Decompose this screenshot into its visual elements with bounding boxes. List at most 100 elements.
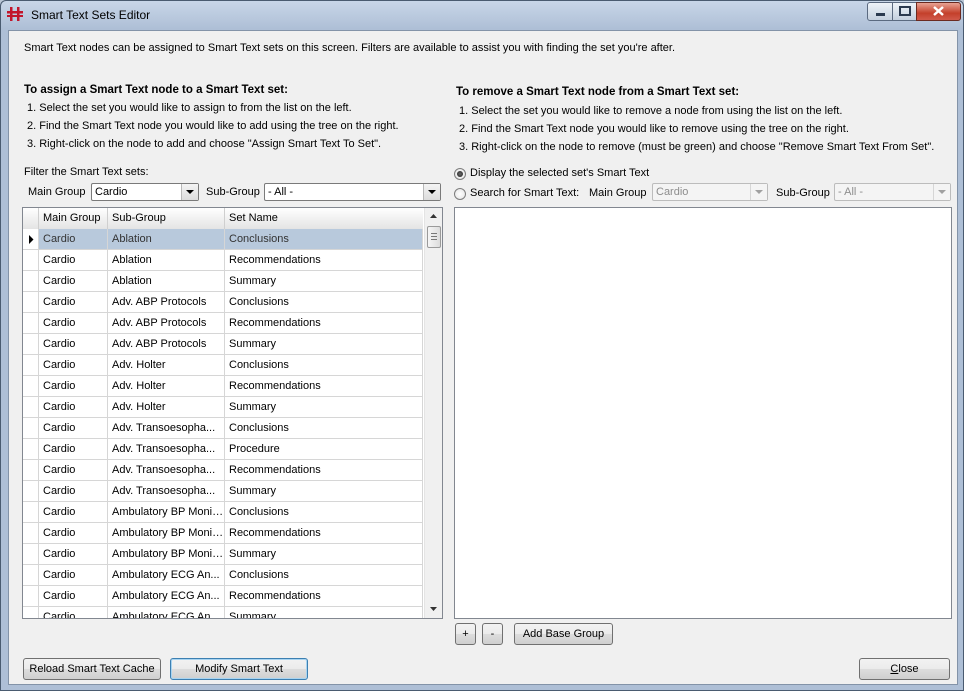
row-header[interactable] [23, 418, 39, 439]
column-header-sub-group[interactable]: Sub-Group [108, 208, 225, 229]
table-row[interactable]: Cardio Adv. ABP Protocols Summary [23, 334, 423, 355]
main-group-label: Main Group [28, 186, 86, 198]
row-header[interactable] [23, 334, 39, 355]
intro-text: Smart Text nodes can be assigned to Smar… [24, 42, 676, 54]
row-header[interactable] [23, 271, 39, 292]
grid-scrollbar[interactable] [424, 208, 442, 618]
table-row[interactable]: Cardio Ablation Conclusions [23, 229, 423, 250]
table-cell: Cardio [39, 250, 108, 271]
row-header[interactable] [23, 439, 39, 460]
expand-button[interactable]: + [455, 623, 476, 645]
column-header-set-name[interactable]: Set Name [225, 208, 423, 229]
table-row[interactable]: Cardio Ablation Summary [23, 271, 423, 292]
table-cell: Adv. Holter [108, 397, 225, 418]
minimize-button[interactable] [867, 2, 894, 21]
table-row[interactable]: Cardio Adv. ABP Protocols Conclusions [23, 292, 423, 313]
table-cell: Summary [225, 481, 423, 502]
right-main-group-value: Cardio [656, 186, 689, 198]
table-cell: Cardio [39, 502, 108, 523]
table-cell: Cardio [39, 292, 108, 313]
table-cell: Cardio [39, 565, 108, 586]
window: Smart Text Sets Editor Smart Text nodes … [0, 0, 964, 691]
dropdown-arrow-icon [423, 184, 440, 200]
smart-text-sets-grid[interactable]: Main Group Sub-Group Set Name Cardio Abla… [22, 207, 443, 619]
table-cell: Adv. ABP Protocols [108, 292, 225, 313]
row-header[interactable] [23, 313, 39, 334]
scroll-thumb[interactable] [427, 226, 441, 248]
row-header[interactable] [23, 481, 39, 502]
row-header[interactable] [23, 376, 39, 397]
row-header[interactable] [23, 544, 39, 565]
row-header[interactable] [23, 460, 39, 481]
table-cell: Recommendations [225, 313, 423, 334]
scroll-down-button[interactable] [425, 601, 442, 618]
table-cell: Cardio [39, 397, 108, 418]
reload-cache-button[interactable]: Reload Smart Text Cache [23, 658, 161, 680]
right-main-group-select[interactable]: Cardio [652, 183, 768, 201]
sub-group-select[interactable]: - All - [264, 183, 441, 201]
table-row[interactable]: Cardio Adv. Transoesopha... Conclusions [23, 418, 423, 439]
table-cell: Cardio [39, 586, 108, 607]
close-label-rest: lose [898, 663, 919, 675]
display-selected-radio[interactable] [454, 168, 466, 180]
sub-group-value: - All - [268, 186, 294, 198]
scroll-up-button[interactable] [425, 208, 442, 225]
title-bar[interactable]: Smart Text Sets Editor [1, 1, 963, 29]
assign-step-3: 3. Right-click on the node to add and ch… [27, 138, 382, 150]
table-cell: Cardio [39, 439, 108, 460]
table-cell: Conclusions [225, 565, 423, 586]
row-header[interactable] [23, 607, 39, 618]
row-header[interactable] [23, 292, 39, 313]
sub-group-label: Sub-Group [206, 186, 260, 198]
add-base-group-button[interactable]: Add Base Group [514, 623, 613, 645]
table-cell: Ablation [108, 250, 225, 271]
table-row[interactable]: Cardio Ablation Recommendations [23, 250, 423, 271]
table-cell: Conclusions [225, 355, 423, 376]
table-row[interactable]: Cardio Ambulatory BP Monit... Recommendati… [23, 523, 423, 544]
table-row[interactable]: Cardio Adv. ABP Protocols Recommendations [23, 313, 423, 334]
row-header-corner [23, 208, 39, 229]
table-cell: Summary [225, 271, 423, 292]
modify-smart-text-button[interactable]: Modify Smart Text [170, 658, 308, 680]
table-cell: Summary [225, 334, 423, 355]
smart-text-tree[interactable] [454, 207, 952, 619]
table-cell: Conclusions [225, 229, 423, 250]
collapse-button[interactable]: - [482, 623, 503, 645]
maximize-button[interactable] [892, 2, 918, 21]
close-icon [933, 6, 944, 16]
table-cell: Cardio [39, 334, 108, 355]
row-header[interactable] [23, 397, 39, 418]
table-row[interactable]: Cardio Adv. Holter Recommendations [23, 376, 423, 397]
table-row[interactable]: Cardio Ambulatory ECG An... Conclusions [23, 565, 423, 586]
table-row[interactable]: Cardio Adv. Transoesopha... Procedure [23, 439, 423, 460]
row-header[interactable] [23, 229, 39, 250]
display-selected-label: Display the selected set's Smart Text [470, 167, 650, 179]
table-cell: Ambulatory ECG An... [108, 565, 225, 586]
row-header[interactable] [23, 502, 39, 523]
row-header[interactable] [23, 523, 39, 544]
main-group-select[interactable]: Cardio [91, 183, 199, 201]
search-smart-text-radio[interactable] [454, 188, 466, 200]
table-row[interactable]: Cardio Ambulatory BP Monit... Conclusions [23, 502, 423, 523]
row-header[interactable] [23, 355, 39, 376]
table-row[interactable]: Cardio Ambulatory ECG An... Recommendation… [23, 586, 423, 607]
table-row[interactable]: Cardio Adv. Transoesopha... Recommendation… [23, 460, 423, 481]
right-sub-group-select[interactable]: - All - [834, 183, 951, 201]
row-header[interactable] [23, 250, 39, 271]
table-cell: Conclusions [225, 292, 423, 313]
table-row[interactable]: Cardio Ambulatory ECG An... Summary [23, 607, 423, 618]
table-cell: Cardio [39, 544, 108, 565]
table-cell: Adv. Holter [108, 376, 225, 397]
column-header-main-group[interactable]: Main Group [39, 208, 108, 229]
search-smart-text-label: Search for Smart Text: [470, 187, 580, 199]
close-window-button[interactable] [916, 2, 961, 21]
table-row[interactable]: Cardio Ambulatory BP Monit... Summary [23, 544, 423, 565]
table-row[interactable]: Cardio Adv. Transoesopha... Summary [23, 481, 423, 502]
close-button[interactable]: Close [859, 658, 950, 680]
row-header[interactable] [23, 586, 39, 607]
table-cell: Cardio [39, 481, 108, 502]
row-header[interactable] [23, 565, 39, 586]
table-row[interactable]: Cardio Adv. Holter Conclusions [23, 355, 423, 376]
table-cell: Cardio [39, 376, 108, 397]
table-row[interactable]: Cardio Adv. Holter Summary [23, 397, 423, 418]
